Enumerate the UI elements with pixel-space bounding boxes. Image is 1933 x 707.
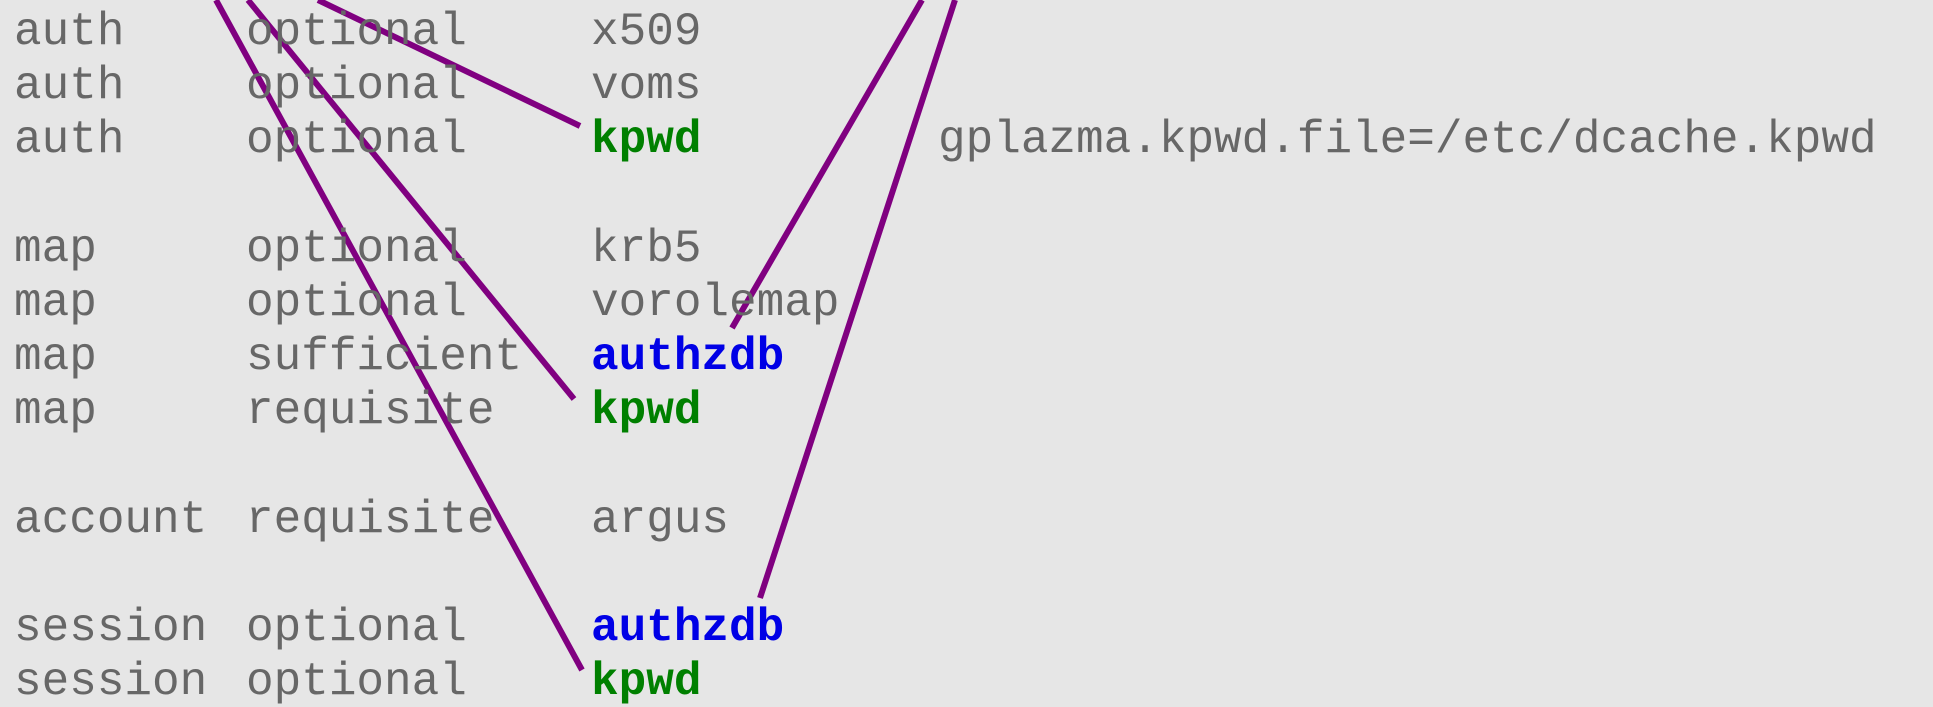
- row-type: account: [14, 494, 208, 546]
- row-control: optional: [246, 656, 467, 707]
- row-type: map: [14, 223, 97, 275]
- row-control: requisite: [246, 494, 495, 546]
- config-row-map-authzdb: map sufficient authzdb: [14, 330, 784, 384]
- row-type: map: [14, 331, 97, 383]
- row-control: optional: [246, 223, 467, 275]
- config-row-session-kpwd: session optional kpwd: [14, 655, 701, 707]
- config-row-auth-x509: auth optional x509: [14, 5, 701, 59]
- row-control: optional: [246, 114, 467, 166]
- row-module: x509: [591, 6, 702, 58]
- row-control: optional: [246, 6, 467, 58]
- row-module: kpwd: [591, 114, 702, 166]
- row-module: krb5: [591, 223, 702, 275]
- config-row-map-kpwd: map requisite kpwd: [14, 384, 701, 438]
- row-module: authzdb: [591, 602, 785, 654]
- row-module: vorolemap: [591, 277, 840, 329]
- row-type: auth: [14, 114, 125, 166]
- row-type: auth: [14, 60, 125, 112]
- row-control: requisite: [246, 385, 495, 437]
- row-module: voms: [591, 60, 702, 112]
- row-module: kpwd: [591, 656, 702, 707]
- row-control: optional: [246, 60, 467, 112]
- row-type: session: [14, 656, 208, 707]
- row-type: auth: [14, 6, 125, 58]
- config-row-auth-kpwd: auth optional kpwd gplazma.kpwd.file=/et…: [14, 113, 1877, 167]
- row-module: argus: [591, 494, 730, 546]
- config-row-map-vorolemap: map optional vorolemap: [14, 276, 839, 330]
- config-row-map-krb5: map optional krb5: [14, 222, 701, 276]
- row-module: authzdb: [591, 331, 785, 383]
- row-control: sufficient: [246, 331, 523, 383]
- config-row-auth-voms: auth optional voms: [14, 59, 701, 113]
- row-type: map: [14, 277, 97, 329]
- row-module: kpwd: [591, 385, 702, 437]
- gplazma-config-diagram: auth optional x509 auth optional voms au…: [0, 0, 1933, 707]
- row-option: gplazma.kpwd.file=/etc/dcache.kpwd: [938, 114, 1877, 166]
- row-control: optional: [246, 277, 467, 329]
- row-type: map: [14, 385, 97, 437]
- row-type: session: [14, 602, 208, 654]
- config-row-account-argus: account requisite argus: [14, 493, 729, 547]
- config-row-session-authzdb: session optional authzdb: [14, 601, 784, 655]
- row-control: optional: [246, 602, 467, 654]
